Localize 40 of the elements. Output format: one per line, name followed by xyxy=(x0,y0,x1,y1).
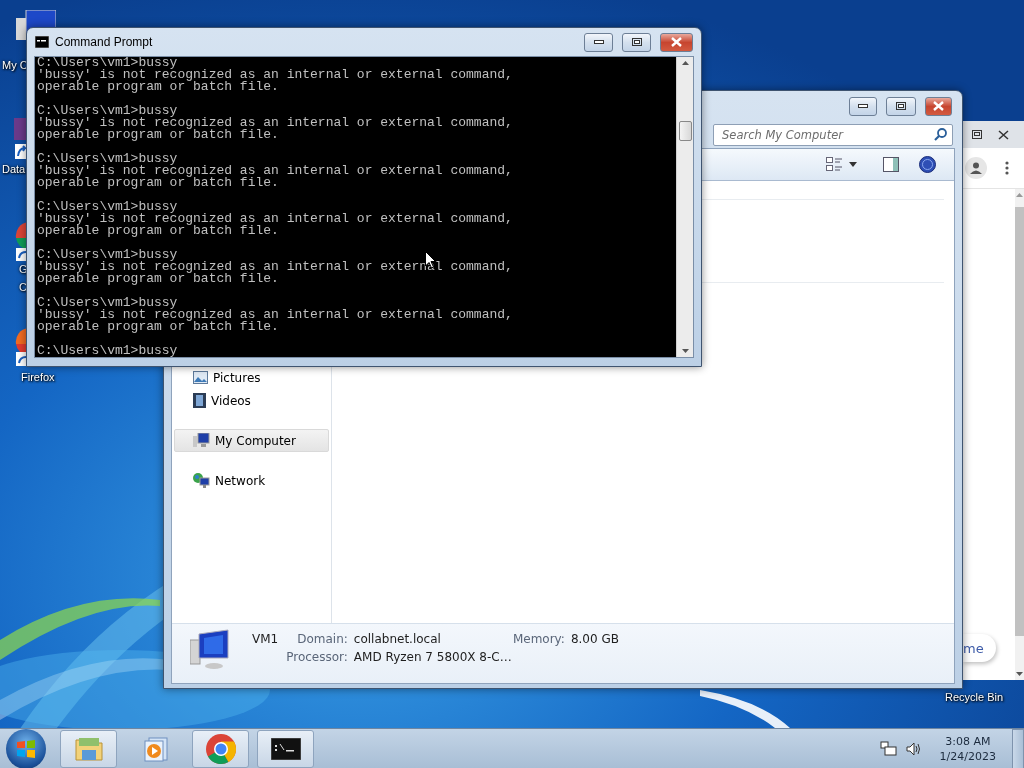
console-line: operable program or batch file. xyxy=(37,129,279,141)
console-line: operable program or batch file. xyxy=(37,321,279,333)
nav-item[interactable]: Network xyxy=(174,469,329,492)
console-line: operable program or batch file. xyxy=(37,273,279,285)
computer-name: VM1 xyxy=(252,632,279,646)
clock[interactable]: 3:08 AM 1/24/2023 xyxy=(939,734,996,763)
clock-time: 3:08 AM xyxy=(945,734,991,748)
field-value: collabnet.local xyxy=(353,632,441,646)
console-line: C:\Users\vm1>bussy xyxy=(37,201,178,213)
console-line: 'bussy' is not recognized as an internal or external command, xyxy=(37,117,513,129)
field-value: AMD Ryzen 7 5800X 8-C… xyxy=(353,650,513,664)
window-title: Command Prompt xyxy=(55,35,154,49)
console-line: 'bussy' is not recognized as an internal or external command, xyxy=(37,309,513,321)
icon-label: Data xyxy=(2,163,26,175)
console-line: C:\Users\vm1>bussy xyxy=(37,297,178,309)
console-line: C:\Users\vm1>bussy xyxy=(37,153,178,165)
icon-label: C xyxy=(19,281,27,293)
nav-item[interactable]: Pictures xyxy=(174,366,329,389)
field-value: 8.00 GB xyxy=(570,632,619,646)
console-line: operable program or batch file. xyxy=(37,177,279,189)
console-line: operable program or batch file. xyxy=(37,81,279,93)
nav-item[interactable]: Videos xyxy=(174,389,329,412)
console-line: C:\Users\vm1>bussy xyxy=(37,105,178,117)
icon-label: Firefox xyxy=(21,371,55,383)
field-label: Processor: xyxy=(286,650,348,664)
console-line: operable program or batch file. xyxy=(37,225,279,237)
nav-item[interactable]: My Computer xyxy=(174,429,329,452)
field-label: Memory: xyxy=(512,632,565,646)
console-line: 'bussy' is not recognized as an internal or external command, xyxy=(37,69,513,81)
console-line: 'bussy' is not recognized as an internal or external command, xyxy=(37,165,513,177)
console-line: 'bussy' is not recognized as an internal or external command, xyxy=(37,261,513,273)
field-label: Domain: xyxy=(296,632,348,646)
search-field[interactable]: Search My Computer xyxy=(713,124,953,146)
console-line: C:\Users\vm1>bussy xyxy=(37,57,178,69)
icon-label: Recycle Bin xyxy=(945,691,1004,703)
console-line: 'bussy' is not recognized as an internal or external command, xyxy=(37,213,513,225)
console-line: C:\Users\vm1>bussy xyxy=(37,249,178,261)
page-button[interactable]: me xyxy=(963,634,996,662)
console-line: C:\Users\vm1>bussy xyxy=(37,345,178,357)
clock-date: 1/24/2023 xyxy=(939,749,996,763)
